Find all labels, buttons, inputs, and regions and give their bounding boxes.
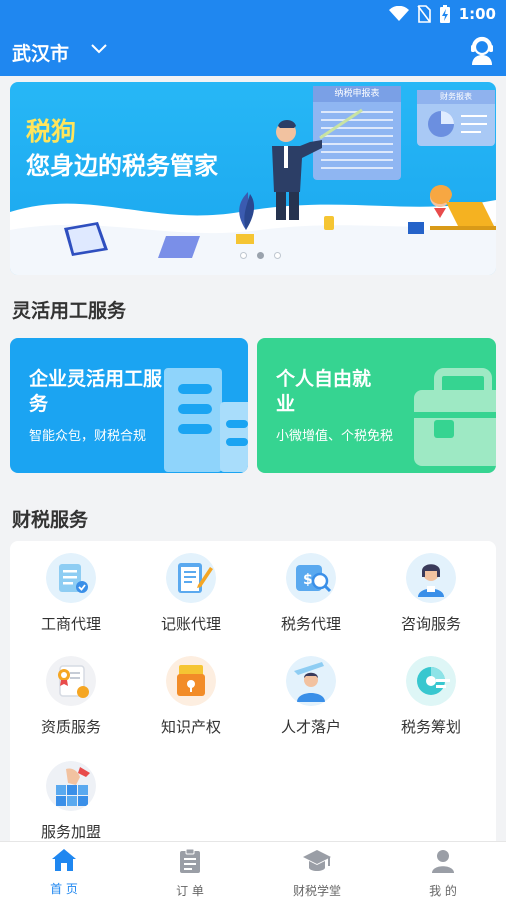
grid-item-ip[interactable]: 知识产权	[141, 656, 241, 737]
banner-dot[interactable]	[240, 252, 247, 259]
bookkeeping-icon	[166, 553, 216, 603]
grid-item-consulting[interactable]: 咨询服务	[381, 553, 481, 634]
tab-label: 我 的	[429, 884, 457, 898]
grid-item-bookkeeping[interactable]: 记账代理	[141, 553, 241, 634]
grid-item-tax-agency[interactable]: $ 税务代理	[261, 553, 361, 634]
grid-label: 税务筹划	[400, 718, 461, 736]
grid-item-talent[interactable]: 人才落户	[261, 656, 361, 737]
grid-item-qualification[interactable]: 资质服务	[21, 656, 121, 737]
tab-label: 订 单	[176, 884, 204, 898]
tab-profile[interactable]: 我 的	[398, 848, 488, 899]
battery-charging-icon	[439, 5, 450, 23]
grid-label: 记账代理	[160, 615, 221, 633]
personal-freelance-card[interactable]: 个人自由就业 小微增值、个税免税	[257, 338, 496, 473]
school-icon	[303, 850, 331, 871]
grid-item-tax-planning[interactable]: 税务筹划	[381, 656, 481, 737]
banner-dot-active[interactable]	[257, 252, 264, 259]
customer-service-icon[interactable]	[469, 36, 495, 66]
qualification-icon	[46, 656, 96, 706]
chevron-down-icon[interactable]	[90, 42, 108, 56]
svg-text:$: $	[303, 572, 313, 588]
grid-label: 服务加盟	[40, 823, 101, 841]
flex-section-title: 灵活用工服务	[12, 300, 127, 322]
grid-label: 资质服务	[40, 718, 101, 736]
ip-icon	[166, 656, 216, 706]
grid-label: 咨询服务	[400, 615, 461, 633]
grid-label: 人才落户	[280, 718, 341, 736]
order-icon	[180, 848, 200, 873]
banner-dot[interactable]	[274, 252, 281, 259]
status-icons: 1:00	[388, 4, 496, 24]
tab-orders[interactable]: 订 单	[145, 848, 235, 899]
building-icon	[164, 368, 248, 472]
tax-services-panel: 工商代理 记账代理 $ 税务代理 咨询服务 资质服务 知识产权 人才落户 税务筹…	[10, 541, 496, 851]
tab-home[interactable]: 首 页	[19, 848, 109, 897]
status-bar: 1:00	[0, 0, 506, 28]
talent-icon	[286, 656, 336, 706]
tax-section-title: 财税服务	[12, 509, 89, 531]
tab-school[interactable]: 财税学堂	[272, 848, 362, 899]
presenter-illustration	[64, 108, 496, 258]
wifi-icon	[388, 6, 409, 21]
business-agency-icon	[46, 553, 96, 603]
app-bar: 武汉市	[0, 28, 506, 76]
grid-label: 知识产权	[160, 718, 221, 736]
enterprise-flex-title: 企业灵活用工服务	[29, 368, 163, 415]
no-sim-icon	[417, 5, 431, 23]
promo-banner[interactable]: 税狗 您身边的税务管家 纳税申报表 财务报表	[10, 82, 496, 275]
grid-label: 工商代理	[40, 615, 101, 633]
personal-freelance-title: 个人自由就业	[276, 368, 372, 415]
profile-icon	[432, 850, 454, 873]
bottom-tab-bar: 首 页 订 单 财税学堂 我 的	[0, 841, 506, 900]
enterprise-flex-card[interactable]: 企业灵活用工服务 智能众包，财税合规	[10, 338, 248, 473]
tax-planning-icon	[406, 656, 456, 706]
briefcase-icon	[414, 368, 496, 466]
status-time: 1:00	[458, 5, 496, 23]
consulting-icon	[406, 553, 456, 603]
grid-item-business-agency[interactable]: 工商代理	[21, 553, 121, 634]
tab-label: 财税学堂	[292, 884, 341, 898]
personal-freelance-subtitle: 小微增值、个税免税	[276, 429, 394, 444]
grid-item-franchise[interactable]: 服务加盟	[21, 761, 121, 842]
banner-pagination	[240, 252, 281, 259]
enterprise-flex-subtitle: 智能众包，财税合规	[29, 429, 147, 444]
home-icon	[52, 849, 76, 871]
grid-label: 税务代理	[280, 615, 341, 633]
city-selector[interactable]: 武汉市	[12, 39, 69, 66]
tax-agency-icon: $	[286, 553, 336, 603]
tab-label: 首 页	[50, 882, 78, 896]
franchise-icon	[46, 761, 96, 811]
